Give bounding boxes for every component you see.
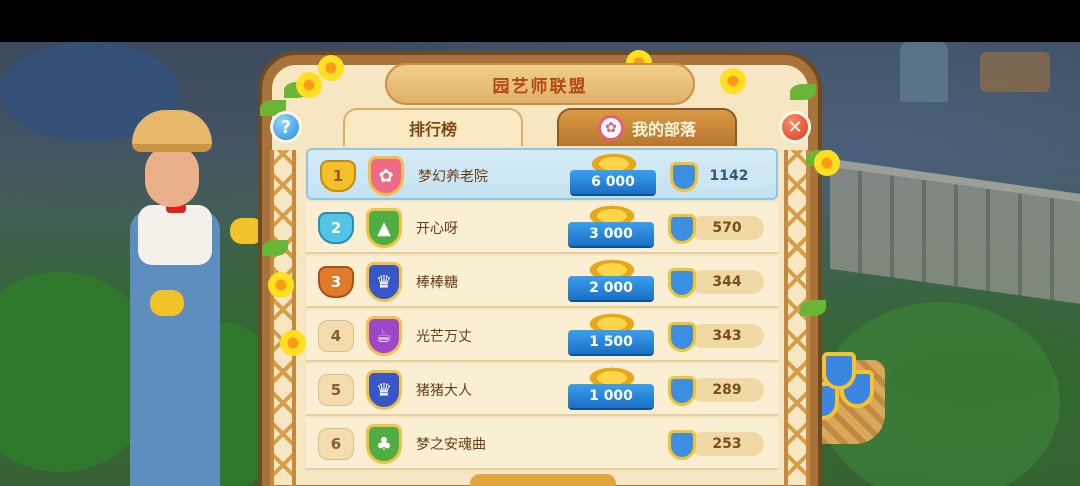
trophy-shield-icon bbox=[668, 430, 696, 460]
coin-stack-icon bbox=[588, 152, 640, 172]
tab-my-tribe[interactable]: ✿ 我的部落 bbox=[557, 108, 737, 146]
tab-label: 我的部落 bbox=[631, 120, 696, 139]
bottom-tab-handle[interactable] bbox=[470, 474, 616, 486]
team-name: 棒棒糖 bbox=[416, 275, 458, 291]
shield-icon bbox=[822, 352, 856, 390]
leaderboard-list[interactable]: 1 ✿ 梦幻养老院 6 000 1142 2 ▲ 开心呀 3 000 570 3… bbox=[306, 148, 778, 486]
close-button[interactable]: ✕ bbox=[779, 111, 811, 143]
straw-hat bbox=[132, 110, 212, 152]
score-value: 343 bbox=[690, 324, 764, 348]
leaderboard-row[interactable]: 1 ✿ 梦幻养老院 6 000 1142 bbox=[306, 148, 778, 200]
help-button[interactable]: ? bbox=[270, 111, 302, 143]
trophy-shield-icon bbox=[668, 376, 696, 406]
score-value: 289 bbox=[690, 378, 764, 402]
coin-stack-icon bbox=[586, 204, 638, 224]
score-value: 253 bbox=[690, 432, 764, 456]
glove-icon bbox=[150, 290, 184, 316]
cart bbox=[980, 52, 1050, 92]
trophy-shield-icon bbox=[668, 322, 696, 352]
score-value: 344 bbox=[690, 270, 764, 294]
glove-icon bbox=[230, 218, 264, 244]
leaderboard-row[interactable]: 4 ☕ 光芒万丈 1 500 343 bbox=[306, 310, 778, 362]
leaderboard-row[interactable]: 5 ♛ 猪猪大人 1 000 289 bbox=[306, 364, 778, 416]
flower-icon bbox=[280, 330, 306, 356]
tree-emblem-icon: ▲ bbox=[366, 208, 402, 248]
lattice-right bbox=[784, 150, 810, 486]
reward-banner: 2 000 bbox=[568, 276, 654, 300]
team-name: 光芒万丈 bbox=[416, 329, 472, 345]
clover-emblem-icon: ♣ bbox=[366, 424, 402, 464]
flower-icon bbox=[318, 55, 344, 81]
flower-icon bbox=[814, 150, 840, 176]
gardener-character bbox=[110, 100, 280, 486]
score-value: 1142 bbox=[692, 164, 766, 188]
leaderboard-row[interactable]: 2 ▲ 开心呀 3 000 570 bbox=[306, 202, 778, 254]
panel-title: 园艺师联盟 bbox=[385, 63, 695, 105]
coin-stack-icon bbox=[586, 366, 638, 386]
score-value: 570 bbox=[690, 216, 764, 240]
trophy-shield-icon bbox=[670, 162, 698, 192]
statue bbox=[900, 42, 948, 102]
flower-icon bbox=[296, 72, 322, 98]
team-name: 梦幻养老院 bbox=[418, 169, 488, 185]
crown-emblem-icon: ♛ bbox=[366, 262, 402, 302]
lattice-left bbox=[270, 150, 296, 486]
flower-badge-icon: ✿ bbox=[597, 115, 624, 141]
rank-number: 4 bbox=[318, 320, 354, 352]
system-status-bar bbox=[0, 0, 1080, 42]
rank-number: 6 bbox=[318, 428, 354, 460]
leaf bbox=[790, 84, 816, 100]
rank-number: 5 bbox=[318, 374, 354, 406]
reward-banner: 1 500 bbox=[568, 330, 654, 354]
team-name: 猪猪大人 bbox=[416, 383, 472, 399]
team-name: 梦之安魂曲 bbox=[416, 437, 486, 453]
leaf bbox=[262, 240, 288, 256]
tab-leaderboard[interactable]: 排行榜 bbox=[343, 108, 523, 146]
tab-label: 排行榜 bbox=[408, 120, 457, 139]
stone-balustrade bbox=[830, 158, 1080, 306]
flower-icon bbox=[720, 68, 746, 94]
flower-icon bbox=[268, 272, 294, 298]
trophy-shield-icon bbox=[668, 214, 696, 244]
trophy-shield-icon bbox=[668, 268, 696, 298]
teacup-emblem-icon: ☕ bbox=[366, 316, 402, 356]
reward-banner: 1 000 bbox=[568, 384, 654, 408]
bronze-trophy-icon: 3 bbox=[318, 266, 354, 298]
coin-stack-icon bbox=[586, 258, 638, 278]
crown-emblem-icon: ♛ bbox=[366, 370, 402, 410]
shirt bbox=[138, 205, 212, 265]
leaderboard-row[interactable]: 3 ♛ 棒棒糖 2 000 344 bbox=[306, 256, 778, 308]
gold-trophy-icon: 1 bbox=[320, 160, 356, 192]
flower-emblem-icon: ✿ bbox=[368, 156, 404, 196]
leaderboard-row[interactable]: 6 ♣ 梦之安魂曲 253 bbox=[306, 418, 778, 470]
team-name: 开心呀 bbox=[416, 221, 458, 237]
reward-banner: 6 000 bbox=[570, 170, 656, 194]
reward-banner: 3 000 bbox=[568, 222, 654, 246]
coin-stack-icon bbox=[586, 312, 638, 332]
silver-trophy-icon: 2 bbox=[318, 212, 354, 244]
gardener-head bbox=[145, 145, 199, 207]
leaf bbox=[800, 300, 826, 316]
